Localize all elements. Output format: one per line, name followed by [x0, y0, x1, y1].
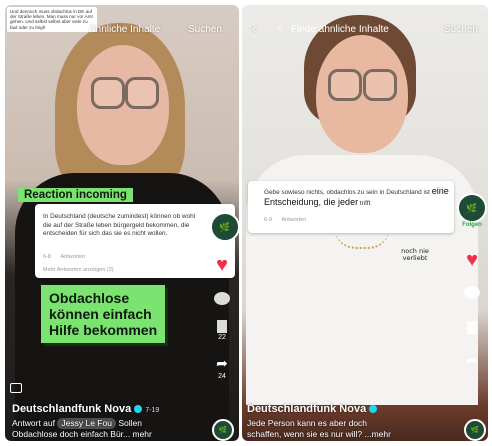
caption-prefix: Antwort auf: [12, 418, 55, 428]
right-video-panel[interactable]: ‹ ⌕ Finde ähnliche Inhalte Suchen Gebe s…: [242, 5, 488, 441]
comment-text-small: Gebe sowieso nichts, obdachlos zu sein i…: [264, 189, 430, 196]
glasses: [125, 77, 159, 109]
comment-icon[interactable]: [464, 286, 480, 299]
sound-disc-icon[interactable]: 🌿: [464, 419, 486, 441]
search-placeholder: Finde ähnliche Inhalte: [291, 24, 389, 35]
bookmark-icon[interactable]: [217, 320, 227, 333]
save-count: 22: [218, 334, 226, 341]
reply-user-chip[interactable]: Jessy Le Fou: [57, 418, 116, 429]
comment-date: 6-9: [264, 217, 272, 223]
search-icon: ⌕: [277, 23, 283, 33]
comment-like-icon[interactable]: ♡: [438, 185, 446, 196]
author-handle[interactable]: Deutschlandfunk Nova: [12, 403, 131, 415]
left-video-panel[interactable]: Und dennoch muss obdachlos in DE auf der…: [5, 5, 239, 441]
caption: Antwort auf Jessy Le Fou Sollen Obdachlo…: [12, 418, 207, 440]
follow-label[interactable]: Folgen: [462, 222, 482, 228]
caption-line-1: Jede Person kann es aber doch: [247, 418, 368, 428]
avatar-leaf-icon[interactable]: 🌿: [457, 193, 487, 223]
bookmark-icon[interactable]: [467, 321, 477, 334]
like-heart-icon[interactable]: ♥: [216, 255, 228, 275]
caption-rest: Sollen: [118, 418, 142, 428]
headline-sticker: Obdachlose können einfach Hilfe bekommen: [41, 285, 166, 343]
share-arrow-icon[interactable]: ➦: [466, 352, 478, 369]
top-bar: ‹ ⌕ Finde ähnliche Inhalte Suchen: [242, 5, 488, 45]
glasses: [328, 69, 362, 101]
search-button[interactable]: Suchen: [188, 24, 222, 35]
caption-toggle-icon[interactable]: [10, 383, 22, 393]
action-rail: ♥ 22 ➦ 24: [208, 255, 236, 380]
author-handle[interactable]: Deutschlandfunk Nova: [247, 403, 366, 415]
comment-date: 6-8: [43, 254, 51, 260]
post-date: 7-19: [145, 407, 160, 414]
comment-card[interactable]: In Deutschland (deutsche zumindest) könn…: [35, 204, 239, 278]
glasses: [363, 69, 397, 101]
caption: Jede Person kann es aber doch schaffen, …: [247, 418, 452, 440]
action-rail: 🌿 Folgen ♥ ➦: [457, 193, 487, 369]
search-button[interactable]: Suchen: [444, 24, 478, 35]
like-heart-icon[interactable]: ♥: [466, 250, 478, 270]
sound-disc-icon[interactable]: 🌿: [212, 419, 234, 441]
back-arrow-icon[interactable]: ‹: [252, 21, 256, 36]
verified-badge-icon: [134, 405, 143, 414]
tab-similar-content[interactable]: Ähnliche Inhalte: [89, 24, 160, 35]
share-arrow-icon[interactable]: ➦: [216, 355, 228, 372]
reaction-tag: Reaction incoming: [18, 188, 133, 202]
avatar-leaf-icon: 🌿: [210, 212, 239, 242]
verified-badge-icon: [369, 405, 378, 414]
top-bar: Ähnliche Inhalte Suchen: [5, 5, 239, 45]
share-count: 24: [218, 373, 226, 380]
reply-link[interactable]: Antworten: [281, 217, 306, 223]
caption-line-2[interactable]: Obdachlose doch einfach Bür... mehr: [12, 429, 152, 439]
comment-text: In Deutschland (deutsche zumindest) könn…: [43, 213, 196, 238]
handwritten-note: noch nie verliebt: [401, 247, 429, 262]
more-replies-link[interactable]: Mehr Antworten anzeigen (2): [43, 267, 114, 273]
caption-line-2[interactable]: schaffen, wenn sie es nur will? ...mehr: [247, 429, 391, 439]
comment-icon[interactable]: [214, 292, 230, 305]
reply-link[interactable]: Antworten: [60, 254, 85, 260]
comment-card[interactable]: Gebe sowieso nichts, obdachlos zu sein i…: [248, 181, 454, 233]
glasses: [91, 77, 125, 109]
comment-text-tail: trifft: [359, 199, 371, 207]
search-field[interactable]: ⌕ Finde ähnliche Inhalte: [277, 21, 423, 39]
